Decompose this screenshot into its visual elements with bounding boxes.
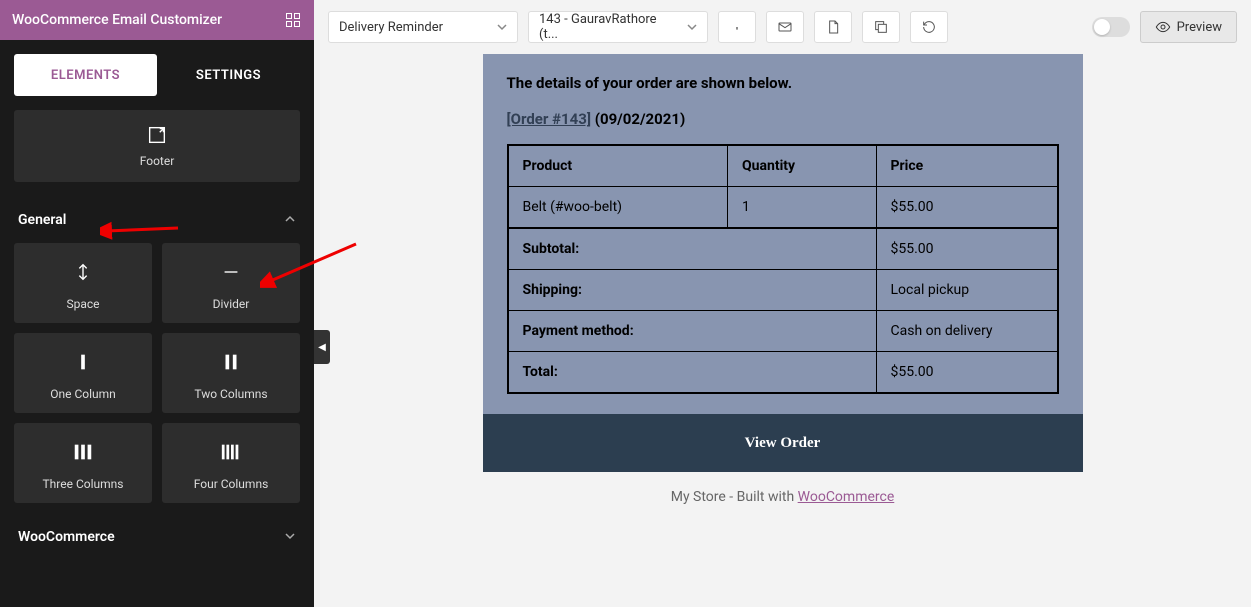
three-columns-icon <box>72 441 94 463</box>
th-price: Price <box>876 145 1058 187</box>
payment-label: Payment method: <box>508 311 877 352</box>
chevron-down-icon <box>284 527 296 546</box>
total-label: Total: <box>508 352 877 394</box>
cell-price: $55.00 <box>876 187 1058 229</box>
footer-prefix: My Store - Built with <box>671 489 798 505</box>
widget-one-column[interactable]: One Column <box>14 333 152 413</box>
payment-row: Payment method: Cash on delivery <box>508 311 1058 352</box>
widget-three-columns[interactable]: Three Columns <box>14 423 152 503</box>
widget-space-label: Space <box>66 297 99 311</box>
send-mail-button[interactable] <box>766 11 804 43</box>
email-preview: The details of your order are shown belo… <box>483 54 1083 607</box>
space-icon <box>72 261 94 283</box>
total-row: Total: $55.00 <box>508 352 1058 394</box>
widget-two-columns[interactable]: Two Columns <box>162 333 300 413</box>
annotation-arrow-divider <box>260 240 360 290</box>
widget-space[interactable]: Space <box>14 243 152 323</box>
widget-divider-label: Divider <box>213 297 250 311</box>
divider-icon <box>220 261 242 283</box>
email-footer: My Store - Built with WooCommerce <box>483 472 1083 521</box>
section-woocommerce-title: WooCommerce <box>18 529 115 545</box>
copy-button[interactable] <box>862 11 900 43</box>
email-canvas: The details of your order are shown belo… <box>314 54 1251 607</box>
reset-button[interactable] <box>910 11 948 43</box>
tab-settings[interactable]: SETTINGS <box>157 54 300 96</box>
app-title: WooCommerce Email Customizer <box>12 12 222 28</box>
order-date: (09/02/2021) <box>595 110 686 128</box>
table-row: Belt (#woo-belt) 1 $55.00 <box>508 187 1058 229</box>
tab-elements[interactable]: ELEMENTS <box>14 54 157 96</box>
info-button[interactable] <box>718 11 756 43</box>
subtotal-label: Subtotal: <box>508 228 877 270</box>
topbar: Delivery Reminder 143 - GauravRathore (t… <box>314 0 1251 54</box>
widget-one-column-label: One Column <box>50 387 116 401</box>
two-columns-icon <box>220 351 242 373</box>
order-table: Product Quantity Price Belt (#woo-belt) … <box>507 144 1059 394</box>
shipping-label: Shipping: <box>508 270 877 311</box>
order-header-line: [Order #143] (09/02/2021) <box>507 110 1059 128</box>
tabs: ELEMENTS SETTINGS <box>0 40 314 96</box>
dashboard-icon[interactable] <box>286 13 302 27</box>
sidebar-header: WooCommerce Email Customizer <box>0 0 314 40</box>
sidebar: WooCommerce Email Customizer ELEMENTS SE… <box>0 0 314 607</box>
footer-link[interactable]: WooCommerce <box>798 489 895 505</box>
widget-three-columns-label: Three Columns <box>43 477 124 491</box>
order-select-value: 143 - GauravRathore (t... <box>539 12 677 42</box>
document-button[interactable] <box>814 11 852 43</box>
cell-product: Belt (#woo-belt) <box>508 187 728 229</box>
subtotal-row: Subtotal: $55.00 <box>508 228 1058 270</box>
sidebar-collapse-handle[interactable]: ◀ <box>314 330 330 364</box>
preview-button[interactable]: Preview <box>1140 11 1237 43</box>
view-order-button[interactable]: View Order <box>483 414 1083 472</box>
th-quantity: Quantity <box>728 145 877 187</box>
order-link[interactable]: [Order #143] <box>507 110 591 128</box>
chevron-up-icon <box>284 210 296 229</box>
template-select[interactable]: Delivery Reminder <box>328 11 518 43</box>
dark-mode-toggle[interactable] <box>1092 17 1130 37</box>
shipping-value: Local pickup <box>876 270 1058 311</box>
template-select-value: Delivery Reminder <box>339 20 487 35</box>
subtotal-value: $55.00 <box>876 228 1058 270</box>
elements-panel: Footer General Space Divider One Column … <box>0 96 314 607</box>
preview-button-label: Preview <box>1177 20 1222 35</box>
widget-footer[interactable]: Footer <box>14 110 300 182</box>
section-woocommerce-header[interactable]: WooCommerce <box>14 513 300 560</box>
widget-four-columns[interactable]: Four Columns <box>162 423 300 503</box>
one-column-icon <box>72 351 94 373</box>
th-product: Product <box>508 145 728 187</box>
four-columns-icon <box>220 441 242 463</box>
order-intro: The details of your order are shown belo… <box>507 74 1059 92</box>
general-widgets: Space Divider One Column Two Columns Thr… <box>14 243 300 503</box>
shipping-row: Shipping: Local pickup <box>508 270 1058 311</box>
payment-value: Cash on delivery <box>876 311 1058 352</box>
annotation-arrow-general <box>100 213 180 243</box>
table-header-row: Product Quantity Price <box>508 145 1058 187</box>
widget-two-columns-label: Two Columns <box>194 387 267 401</box>
eye-icon <box>1155 19 1171 35</box>
main-area: Delivery Reminder 143 - GauravRathore (t… <box>314 0 1251 607</box>
cell-qty: 1 <box>728 187 877 229</box>
widget-four-columns-label: Four Columns <box>194 477 269 491</box>
order-select[interactable]: 143 - GauravRathore (t... <box>528 11 708 43</box>
total-value: $55.00 <box>876 352 1058 394</box>
section-general-title: General <box>18 212 66 228</box>
email-body: The details of your order are shown belo… <box>483 54 1083 414</box>
widget-footer-label: Footer <box>140 154 175 168</box>
